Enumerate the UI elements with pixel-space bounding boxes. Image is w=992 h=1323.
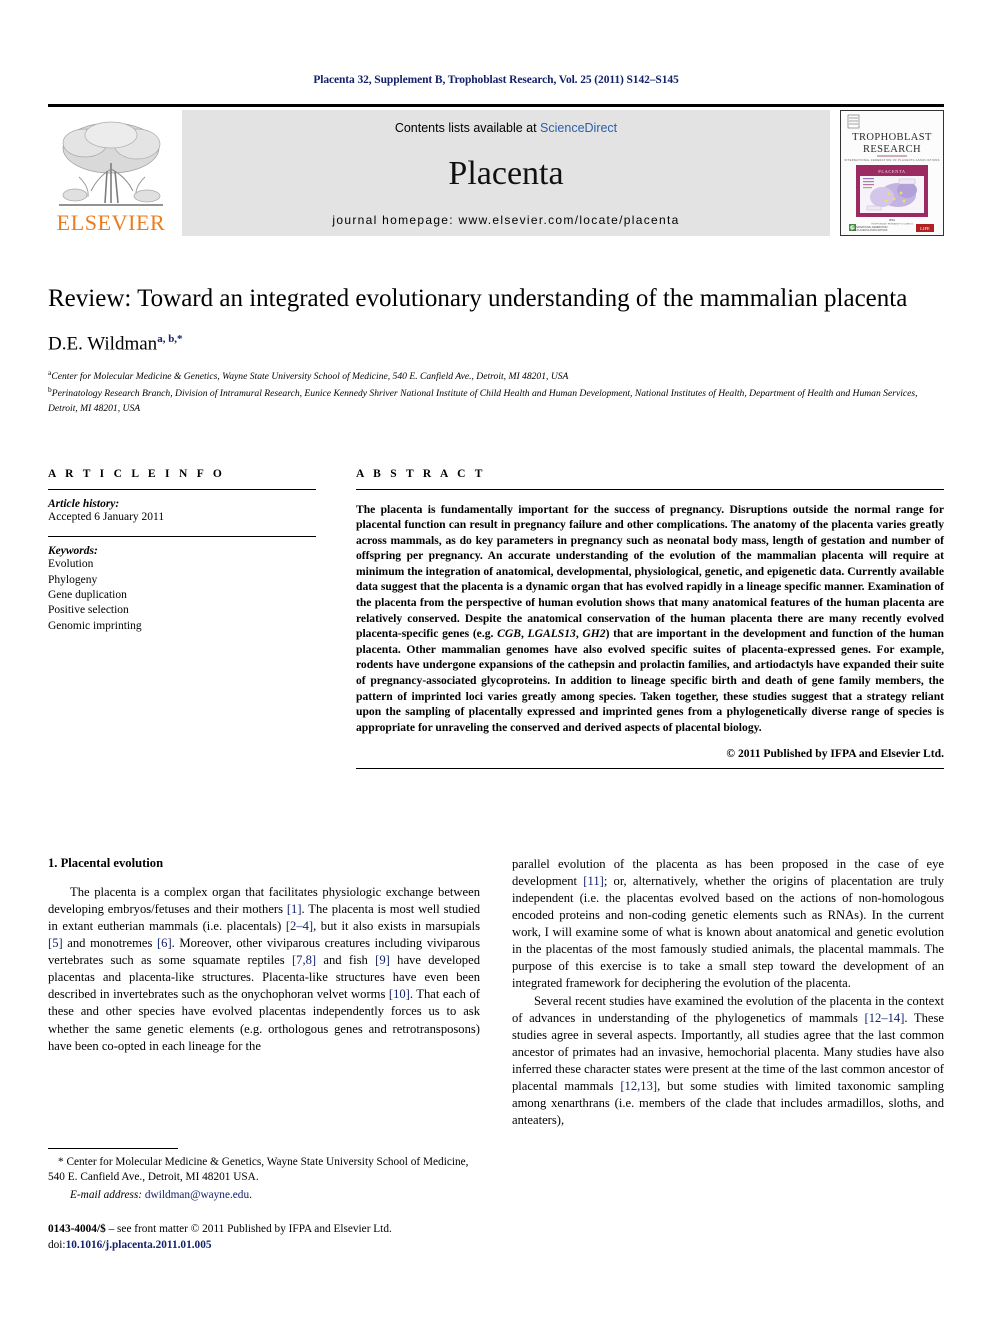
svg-text:PLACENTA: PLACENTA	[878, 169, 906, 174]
journal-cover-thumbnail[interactable]: TROPHOBLAST RESEARCH INTERNATIONAL FEDER…	[840, 110, 944, 236]
article-info-rule-top	[48, 489, 316, 490]
sciencedirect-link[interactable]: ScienceDirect	[540, 121, 617, 135]
abstract-rule-bottom	[356, 767, 944, 769]
body-column-left: 1. Placental evolution The placenta is a…	[48, 856, 480, 1129]
keyword-item: Genomic imprinting	[48, 619, 142, 632]
journal-homepage-link[interactable]: journal homepage: www.elsevier.com/locat…	[332, 213, 679, 227]
para-text: ; or, alternatively, whether the origins…	[512, 874, 945, 991]
abstract-sep-1: ,	[520, 627, 528, 641]
keyword-item: Evolution	[48, 558, 94, 571]
author-name: D.E. Wildman	[48, 332, 158, 354]
contents-lists-line: Contents lists available at ScienceDirec…	[395, 121, 617, 135]
imprint-block: 0143-4004/$ – see front matter © 2011 Pu…	[48, 1222, 508, 1254]
article-history-label: Article history:	[48, 498, 120, 510]
citation-ref[interactable]: [1]	[287, 902, 302, 916]
footnote-rule	[48, 1148, 178, 1149]
issn-line: 0143-4004/$ – see front matter © 2011 Pu…	[48, 1222, 508, 1238]
citation-ref[interactable]: [5]	[48, 936, 63, 950]
svg-text:IFPA: IFPA	[889, 218, 896, 222]
svg-text:RESEARCH: RESEARCH	[863, 144, 921, 155]
article-history-value: Accepted 6 January 2011	[48, 511, 165, 523]
info-abstract-region: A R T I C L E I N F O Article history: A…	[48, 468, 944, 769]
abstract-copyright: © 2011 Published by IFPA and Elsevier Lt…	[726, 746, 944, 760]
svg-text:TROPHOBLAST: TROPHOBLAST	[852, 132, 932, 143]
affiliation-b: bPerinatology Research Branch, Division …	[48, 384, 944, 416]
email-trail: .	[249, 1188, 252, 1201]
elsevier-wordmark: ELSEVIER	[56, 210, 166, 235]
body-paragraph: The placenta is a complex organ that fac…	[48, 884, 480, 1055]
doi-line: doi:10.1016/j.placenta.2011.01.005	[48, 1238, 508, 1254]
email-note: E-mail address: dwildman@wayne.edu.	[48, 1188, 480, 1203]
author-affiliation-marks: a, b,*	[157, 332, 183, 345]
abstract-column: A B S T R A C T The placenta is fundamen…	[356, 468, 944, 769]
body-column-right: parallel evolution of the placenta as ha…	[512, 856, 944, 1129]
gene-name-gh2: GH2	[582, 627, 606, 641]
front-matter-text: – see front matter © 2011 Published by I…	[108, 1223, 392, 1235]
affiliations: aCenter for Molecular Medicine & Genetic…	[48, 367, 944, 417]
article-info-rule-mid	[48, 536, 316, 538]
journal-title: Placenta	[448, 155, 564, 192]
issn-code: 0143-4004/$	[48, 1223, 109, 1235]
elsevier-logo: ELSEVIER	[48, 110, 174, 236]
affiliation-a: aCenter for Molecular Medicine & Genetic…	[48, 367, 944, 385]
gene-name-lgals13: LGALS13	[527, 627, 576, 641]
journal-masthead: ELSEVIER Contents lists available at Sci…	[48, 104, 944, 236]
running-head: Placenta 32, Supplement B, Trophoblast R…	[313, 74, 679, 86]
contents-prefix: Contents lists available at	[394, 121, 541, 135]
citation-ref[interactable]: [12–14]	[865, 1011, 905, 1025]
body-columns: 1. Placental evolution The placenta is a…	[48, 856, 944, 1129]
cover-artwork-icon: TROPHOBLAST RESEARCH INTERNATIONAL FEDER…	[841, 111, 943, 235]
citation-ref[interactable]: [12,13]	[620, 1079, 657, 1093]
section-heading-1: 1. Placental evolution	[48, 856, 164, 870]
abstract-part-2: ) that are important in the development …	[356, 627, 944, 734]
elsevier-tree-icon	[59, 121, 163, 206]
affiliation-a-text: Center for Molecular Medicine & Genetics…	[51, 371, 569, 383]
para-text: and monotremes	[62, 936, 157, 951]
citation-ref[interactable]: [10]	[389, 987, 410, 1001]
abstract-rule-top	[356, 489, 944, 490]
doi-label: doi:	[48, 1238, 66, 1251]
citation-ref[interactable]: [6]	[157, 936, 172, 950]
title-block: Review: Toward an integrated evolutionar…	[48, 284, 944, 416]
para-text: and fish	[316, 953, 376, 968]
abstract-part-1: The placenta is fundamentally important …	[356, 502, 944, 641]
journal-band: Contents lists available at ScienceDirec…	[182, 110, 830, 236]
keyword-item: Gene duplication	[48, 588, 127, 601]
page-title: Review: Toward an integrated evolutionar…	[48, 285, 908, 312]
masthead-top-rule	[48, 104, 944, 107]
abstract-heading: A B S T R A C T	[356, 468, 486, 480]
corresponding-author-note: * Center for Molecular Medicine & Geneti…	[48, 1155, 480, 1186]
citation-ref[interactable]: [9]	[375, 953, 390, 967]
article-info-column: A R T I C L E I N F O Article history: A…	[48, 468, 316, 769]
article-info-heading: A R T I C L E I N F O	[48, 468, 226, 480]
svg-text:LIFE: LIFE	[920, 226, 930, 231]
email-label: E-mail address:	[70, 1188, 143, 1201]
email-link[interactable]: dwildman@wayne.edu	[145, 1189, 249, 1201]
gene-name-cgb: CGB	[497, 627, 521, 641]
abstract-body: The placenta is fundamentally important …	[356, 502, 944, 736]
footnote-block: * Center for Molecular Medicine & Geneti…	[48, 1148, 480, 1203]
citation-ref[interactable]: [2–4]	[286, 919, 313, 933]
keyword-item: Positive selection	[48, 604, 129, 617]
affiliation-b-text: Perinatology Research Branch, Division o…	[48, 388, 918, 414]
para-text: , but it also exists in marsupials	[313, 919, 480, 934]
citation-ref[interactable]: [11]	[583, 874, 604, 888]
author-list: D.E. Wildmana, b,*	[48, 333, 944, 355]
body-paragraph: parallel evolution of the placenta as ha…	[512, 856, 944, 993]
citation-ref[interactable]: [7,8]	[292, 953, 316, 967]
keywords-label: Keywords:	[48, 545, 98, 558]
keyword-item: Phylogeny	[48, 573, 98, 586]
article-page: Placenta 32, Supplement B, Trophoblast R…	[0, 0, 992, 1323]
svg-text:OF PLACENTA ASSOCIATIONS: OF PLACENTA ASSOCIATIONS	[853, 229, 888, 232]
doi-link[interactable]: 10.1016/j.placenta.2011.01.005	[66, 1239, 212, 1251]
body-paragraph: Several recent studies have examined the…	[512, 993, 944, 1130]
svg-text:INTERNATIONAL FEDERATION OF PL: INTERNATIONAL FEDERATION OF PLACENTA ASS…	[844, 158, 940, 162]
corresponding-text: Center for Molecular Medicine & Genetics…	[48, 1156, 469, 1184]
